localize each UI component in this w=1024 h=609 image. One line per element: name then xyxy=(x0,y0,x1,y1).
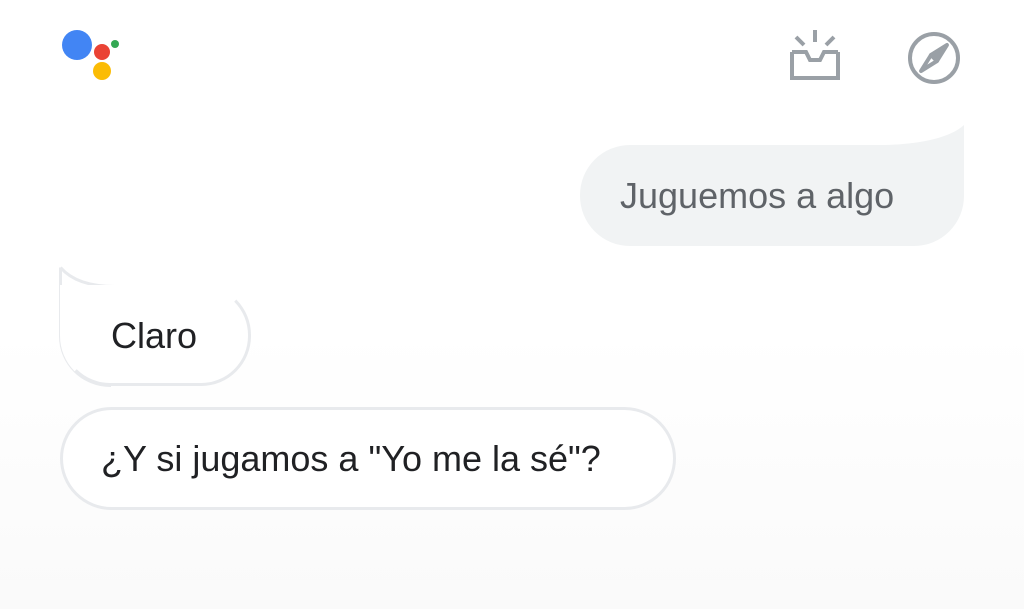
assistant-message-text: Claro xyxy=(111,314,198,356)
user-message-text: Juguemos a algo xyxy=(620,174,895,216)
logo-dot-green xyxy=(111,40,119,48)
explore-icon[interactable] xyxy=(906,30,962,86)
user-message-bubble: Juguemos a algo xyxy=(580,145,964,246)
explore-icon-needle-tail xyxy=(919,53,939,73)
logo-dot-red xyxy=(94,44,110,60)
updates-icon[interactable] xyxy=(788,28,842,82)
assistant-message-bubble: Claro xyxy=(60,285,251,386)
logo-dot-yellow xyxy=(93,62,111,80)
logo-dot-blue xyxy=(62,30,92,60)
updates-icon-strokes xyxy=(790,30,840,80)
assistant-message-bubble: ¿Y si jugamos a "Yo me la sé"? xyxy=(60,407,676,510)
google-assistant-logo xyxy=(58,28,122,84)
assistant-message-text: ¿Y si jugamos a "Yo me la sé"? xyxy=(101,437,601,479)
